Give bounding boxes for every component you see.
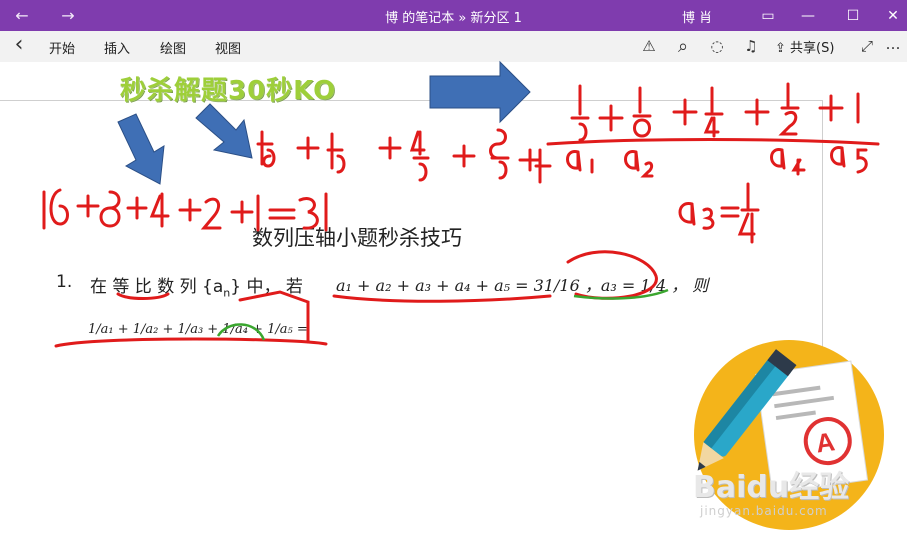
tab-insert[interactable]: 插入 (104, 38, 130, 57)
title-bar: ← → 博 的笔记本 » 新分区 1 博 肖 ▭ — ☐ ✕ (0, 0, 907, 31)
ribbon-back-icon[interactable]: ‹ (8, 32, 30, 57)
baidu-watermark-logo: Baidu经验 (693, 470, 850, 505)
expand-icon[interactable]: ⤢ (856, 35, 878, 57)
user-name[interactable]: 博 肖 (682, 7, 712, 26)
close-button[interactable]: ✕ (870, 0, 907, 31)
bell-icon[interactable]: ♫ (740, 35, 762, 57)
share-icon: ⇪ (775, 41, 786, 56)
tab-home[interactable]: 开始 (49, 38, 75, 57)
page-border-right (822, 100, 823, 360)
question-number: 1. (56, 272, 73, 292)
question-crop-area (0, 300, 345, 348)
share-label: 共享(S) (790, 41, 835, 56)
question-text: 在 等 比 数 列 {an} 中， 若 (90, 277, 303, 300)
share-button[interactable]: ⇪ 共享(S) (775, 37, 834, 56)
tab-draw[interactable]: 绘图 (160, 38, 186, 57)
ribbon-bar: ‹ 开始 插入 绘图 视图 ⚠ ⌕ ◌ ♫ ⇪ 共享(S) ⤢ … (0, 31, 907, 63)
search-icon[interactable]: ⌕ (672, 35, 694, 57)
baidu-watermark-url: jingyan.baidu.com (700, 504, 828, 518)
tab-view[interactable]: 视图 (215, 38, 241, 57)
more-icon[interactable]: … (882, 33, 904, 55)
lightbulb-icon[interactable]: ◌ (706, 35, 728, 57)
warning-icon[interactable]: ⚠ (638, 35, 660, 57)
document-title: 数列压轴小题秒杀技巧 (252, 226, 462, 250)
overlay-caption: 秒杀解题30秒KO (120, 76, 337, 106)
question-condition: a₁ + a₂ + a₃ + a₄ + a₅ = 31/16 ，a₃ = 1/4… (336, 276, 709, 295)
minimize-button[interactable]: — (785, 0, 831, 31)
